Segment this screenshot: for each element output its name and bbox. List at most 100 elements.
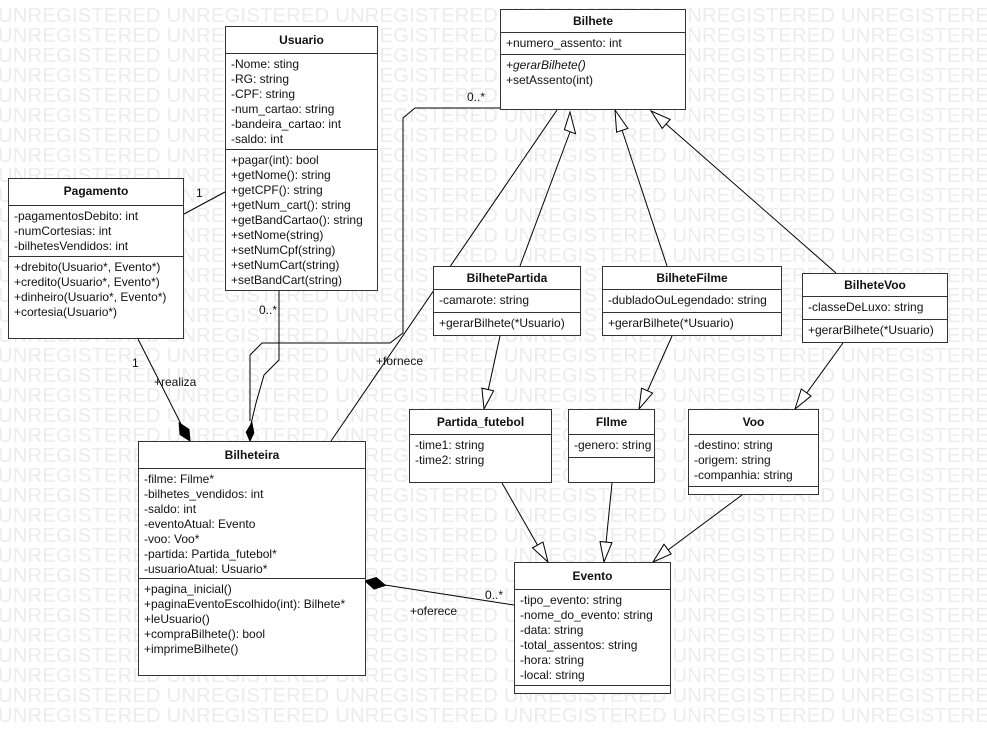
class-attribute: +numero_assento: int <box>506 36 622 50</box>
attributes-section: -pagamentosDebito: int -numCortesias: int… <box>9 206 183 257</box>
gen-arrowhead-filme-evento <box>599 540 613 564</box>
class-partida-futebol[interactable]: Partida_futebol -time1: string -time2: st… <box>409 409 552 483</box>
class-attribute: -voo: Voo* <box>144 532 200 546</box>
label-oferece: +oferece <box>410 604 458 618</box>
class-method: +getBandCartao(): string <box>231 213 363 227</box>
class-bilhete[interactable]: Bilhete +numero_assento: int +gerarBilhe… <box>500 9 686 110</box>
class-bilhetepartida[interactable]: BilhetePartida -camarote: string +gerarB… <box>433 266 581 336</box>
class-method: +getNum_cart(): string <box>231 198 351 212</box>
class-attribute: -data: string <box>520 623 584 637</box>
methods-section: +pagina_inicial() +paginaEventoEscolhido(… <box>139 579 365 657</box>
class-method: +cortesia(Usuario*) <box>14 305 118 319</box>
class-method: +imprimeBilhete() <box>144 642 239 656</box>
class-attribute: -companhia: string <box>694 468 793 482</box>
gen-voo-evento <box>667 494 743 551</box>
class-bilheteira[interactable]: Bilheteira -filme: Filme* -bilhetes_vendi… <box>138 441 366 676</box>
class-attribute: -partida: Partida_futebol* <box>144 547 277 561</box>
class-attribute: -usuarioAtual: Usuario* <box>144 562 268 576</box>
gen-arrowhead-voo <box>794 388 812 411</box>
gen-bilhetevoo-bilhete <box>665 123 837 274</box>
mult-pagamento-usuario: 1 <box>196 186 203 200</box>
class-name: BilhetePartida <box>434 267 580 290</box>
class-bilhetefilme[interactable]: BilheteFilme -dubladoOuLegendado: string… <box>602 266 782 336</box>
methods-section: +pagar(int): bool +getNome(): string +getC… <box>226 150 377 288</box>
gen-partida-bilhetepartida <box>487 335 501 392</box>
composition-diamond-pagamento <box>178 421 191 442</box>
gen-arrowhead-filme <box>638 387 654 411</box>
class-evento[interactable]: Evento -tipo_evento: string -nome_do_even… <box>514 562 671 694</box>
gen-arrowhead-voo-evento <box>651 543 672 564</box>
class-voo[interactable]: Voo -destino: string -origem: string -comp… <box>688 409 819 495</box>
gen-bilhetepartida-bilhete <box>519 131 571 267</box>
mult-evento: 0..* <box>485 588 504 602</box>
class-method: +pagar(int): bool <box>231 153 319 167</box>
attributes-section: -dubladoOuLegendado: string <box>603 290 781 313</box>
gen-arrowhead-partida <box>481 387 495 411</box>
class-attribute: -classeDeLuxo: string <box>808 300 924 314</box>
methods-section: +gerarBilhete(*Usuario) <box>803 320 947 338</box>
class-name: Partida_futebol <box>410 410 551 435</box>
methods-section <box>515 686 670 689</box>
gen-filme-bilhetefilme <box>646 335 673 393</box>
class-name: Voo <box>689 410 818 435</box>
class-attribute: -genero: string <box>574 438 652 452</box>
class-attribute: -tipo_evento: string <box>520 593 623 607</box>
class-method: +leUsuario() <box>144 612 210 626</box>
class-attribute: -filme: Filme* <box>144 472 215 486</box>
composition-diamond-evento <box>364 577 387 590</box>
class-method: +gerarBilhete(*Usuario) <box>608 316 734 330</box>
class-method: +setNumCpf(string) <box>231 243 336 257</box>
class-filme[interactable]: FIlme -genero: string <box>568 409 655 483</box>
class-attribute: -bandeira_cartao: int <box>231 117 342 131</box>
methods-section <box>689 487 818 490</box>
mult-bilhete: 0..* <box>467 90 486 104</box>
class-attribute: -saldo: int <box>231 132 284 146</box>
class-attribute: -dubladoOuLegendado: string <box>608 293 767 307</box>
class-bilhetevoo[interactable]: BilheteVoo -classeDeLuxo: string +gerarB… <box>802 273 948 343</box>
class-method: +gerarBilhete(*Usuario) <box>808 323 934 337</box>
class-method: +setBandCart(string) <box>231 273 343 287</box>
gen-filme-evento <box>605 482 613 544</box>
class-name: Pagamento <box>9 179 183 206</box>
attributes-section: -time1: string -time2: string <box>410 435 551 484</box>
class-method: +pagina_inicial() <box>144 582 232 596</box>
class-attribute: -hora: string <box>520 653 585 667</box>
class-method: +getCPF(): string <box>231 183 323 197</box>
gen-bilhetefilme-bilhete <box>621 129 668 267</box>
attributes-section: +numero_assento: int <box>501 33 685 55</box>
class-attribute: -time1: string <box>415 438 485 452</box>
label-realiza: +realiza <box>154 375 197 389</box>
attributes-section: -camarote: string <box>434 290 580 313</box>
class-usuario[interactable]: Usuario -Nome: sting -RG: string -CPF: str… <box>225 26 378 291</box>
class-attribute: -numCortesias: int <box>14 224 112 238</box>
methods-section: +gerarBilhete() +setAssento(int) <box>501 55 685 88</box>
methods-section <box>569 458 654 461</box>
class-pagamento[interactable]: Pagamento -pagamentosDebito: int -numCort… <box>8 178 184 339</box>
methods-section: +gerarBilhete(*Usuario) <box>434 313 580 331</box>
attributes-section: -classeDeLuxo: string <box>803 297 947 320</box>
class-attribute: -pagamentosDebito: int <box>14 209 139 223</box>
class-attribute: -time2: string <box>415 453 485 467</box>
class-attribute: -bilhetesVendidos: int <box>14 239 129 253</box>
gen-arrowhead-partida-evento <box>531 541 549 564</box>
class-attribute: -total_assentos: string <box>520 638 638 652</box>
attributes-section: -tipo_evento: string -nome_do_evento: str… <box>515 590 670 686</box>
class-attribute: -num_cartao: string <box>231 102 335 116</box>
methods-section: +gerarBilhete(*Usuario) <box>603 313 781 331</box>
class-name: Evento <box>515 563 670 590</box>
gen-voo-bilhetevoo <box>805 342 844 395</box>
class-attribute: -Nome: sting <box>231 57 300 71</box>
class-name: FIlme <box>569 410 654 435</box>
class-method: +setNome(string) <box>231 228 324 242</box>
class-method: +setAssento(int) <box>506 73 594 87</box>
class-attribute: -RG: string <box>231 72 290 86</box>
class-method: +credito(Usuario*, Evento*) <box>14 275 160 289</box>
attributes-section: -destino: string -origem: string -companhi… <box>689 435 818 487</box>
attributes-section: -filme: Filme* -bilhetes_vendidos: int -sa… <box>139 469 365 579</box>
class-method: +gerarBilhete() <box>506 58 586 72</box>
gen-arrowhead-bilhetepartida <box>563 110 577 135</box>
class-attribute: -local: string <box>520 668 585 682</box>
class-name: BilheteFilme <box>603 267 781 290</box>
label-fornece: +fornece <box>376 354 424 368</box>
mult-usuario-bilheteira: 0..* <box>259 303 278 317</box>
